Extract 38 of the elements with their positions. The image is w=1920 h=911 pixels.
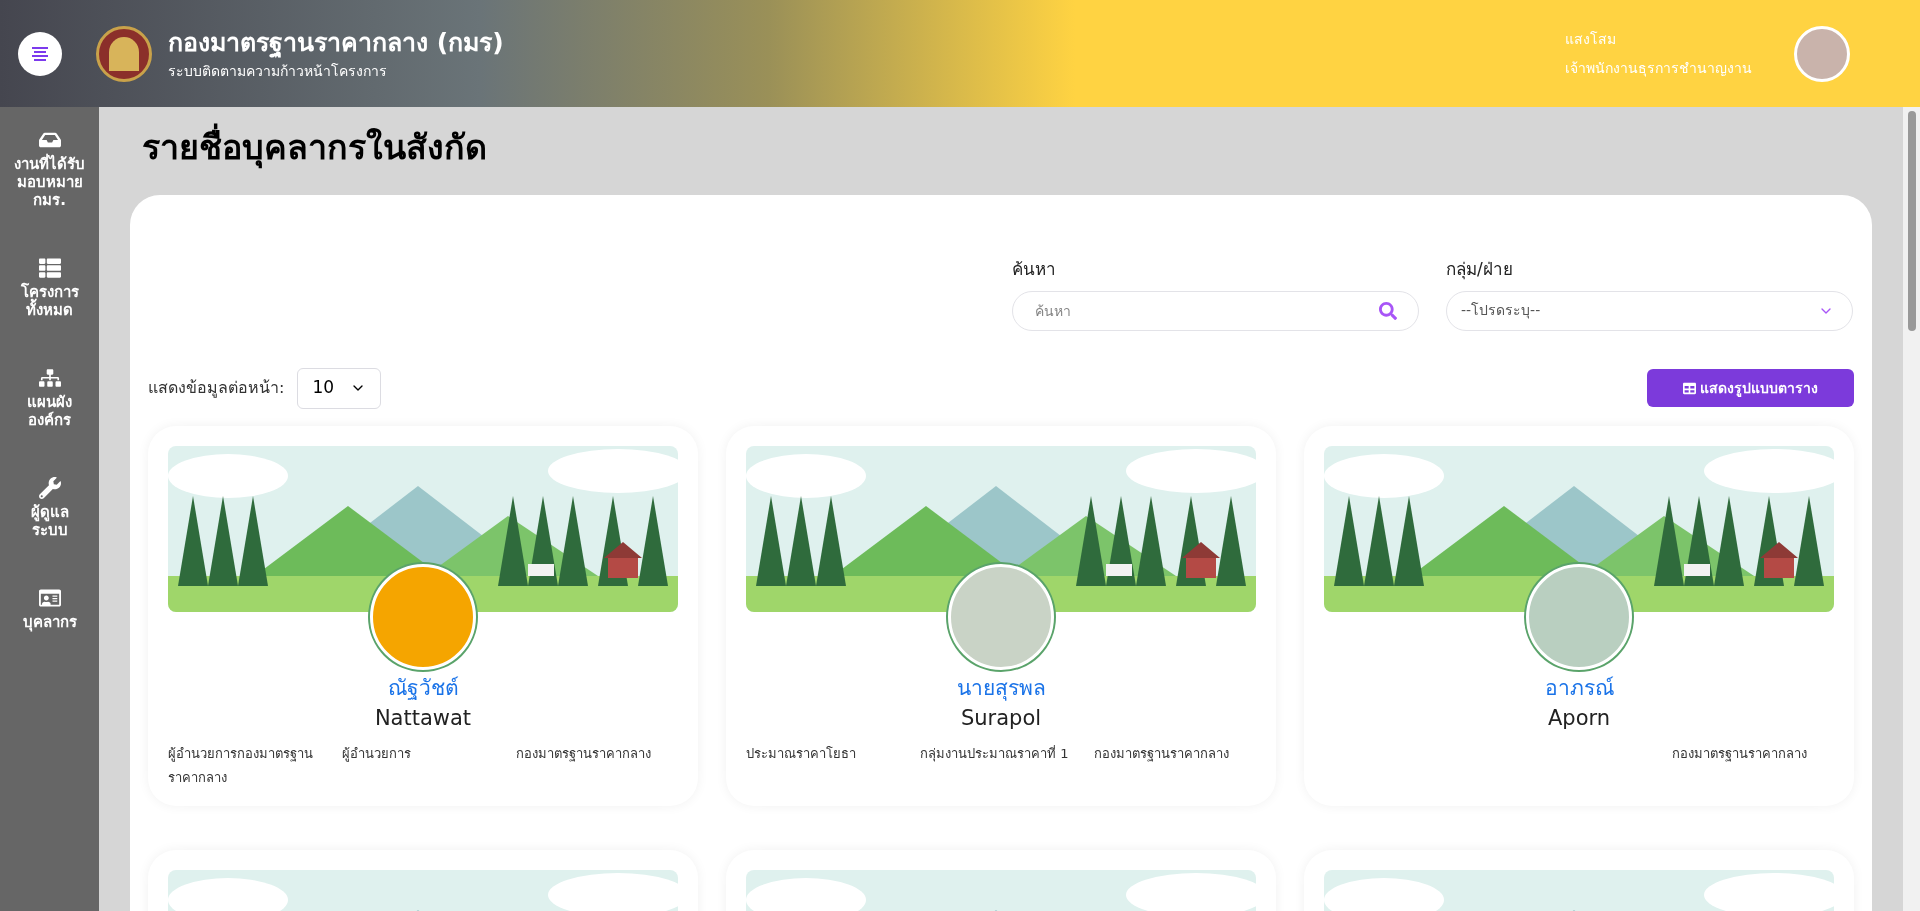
detail-text: ผู้อำนวยการ [342, 744, 412, 764]
detail-text: กลุ่มงานประมาณราคาที่ 1 [920, 744, 1070, 764]
table-view-button[interactable]: แสดงรูปแบบตาราง [1647, 369, 1854, 407]
org-title: กองมาตรฐานราคากลาง (กมร) [168, 27, 504, 60]
detail-text: กองมาตรฐานราคากลาง [516, 744, 652, 764]
person-name: Surapol [960, 704, 1042, 732]
sidebar-item[interactable]: แผนผังองค์กร [13, 367, 86, 429]
id-card-icon [38, 587, 61, 609]
menu-button[interactable] [18, 31, 62, 76]
user-role: เจ้าพนักงานธุรการชำนาญงาน [1565, 58, 1752, 79]
sidebar-item[interactable]: งานที่ได้รับมอบหมาย กมร. [13, 129, 86, 209]
wrench-icon [38, 477, 61, 499]
page-title: รายชื่อบุคลากรในสังกัด [142, 125, 1872, 169]
table-icon [1683, 381, 1696, 395]
detail-text: กองมาตรฐานราคากลาง [1094, 744, 1230, 764]
per-page-select[interactable]: 10 [297, 367, 382, 409]
system-subtitle: ระบบติดตามความก้าวหน้าโครงการ [168, 62, 388, 81]
person-name: Aporn [1547, 704, 1611, 732]
menu-icon [31, 46, 49, 61]
org-chart-icon [38, 367, 61, 389]
detail-text: ผู้อำนวยการกองมาตรฐานราคากลาง [168, 744, 314, 787]
emblem-logo [96, 25, 152, 82]
detail-text: ประมาณราคาโยธา [746, 744, 857, 763]
group-label: กลุ่ม/ฝ่าย [1446, 258, 1514, 282]
search-label: ค้นหา [1012, 258, 1057, 281]
sidebar-item[interactable]: โครงการทั้งหมด [13, 257, 86, 319]
detail-text: กองมาตรฐานราคากลาง [1672, 744, 1808, 764]
sidebar-item[interactable]: บุคลากร [13, 587, 86, 631]
thai-name: อาภรณ์ [1544, 674, 1614, 702]
list-icon [38, 257, 61, 279]
search-icon [1379, 301, 1397, 320]
sidebar-item[interactable]: ผู้ดูแลระบบ [13, 477, 86, 539]
thai-name: นายสุรพล [956, 674, 1046, 702]
search-field[interactable]: ค้นหา [1012, 290, 1419, 331]
user-name: แสงโสม [1565, 29, 1617, 49]
person-name: Nattawat [374, 704, 472, 732]
thai-name: ณัฐวัชต์ [387, 674, 459, 702]
per-page-label: แสดงข้อมูลต่อหน้า: [148, 377, 285, 400]
